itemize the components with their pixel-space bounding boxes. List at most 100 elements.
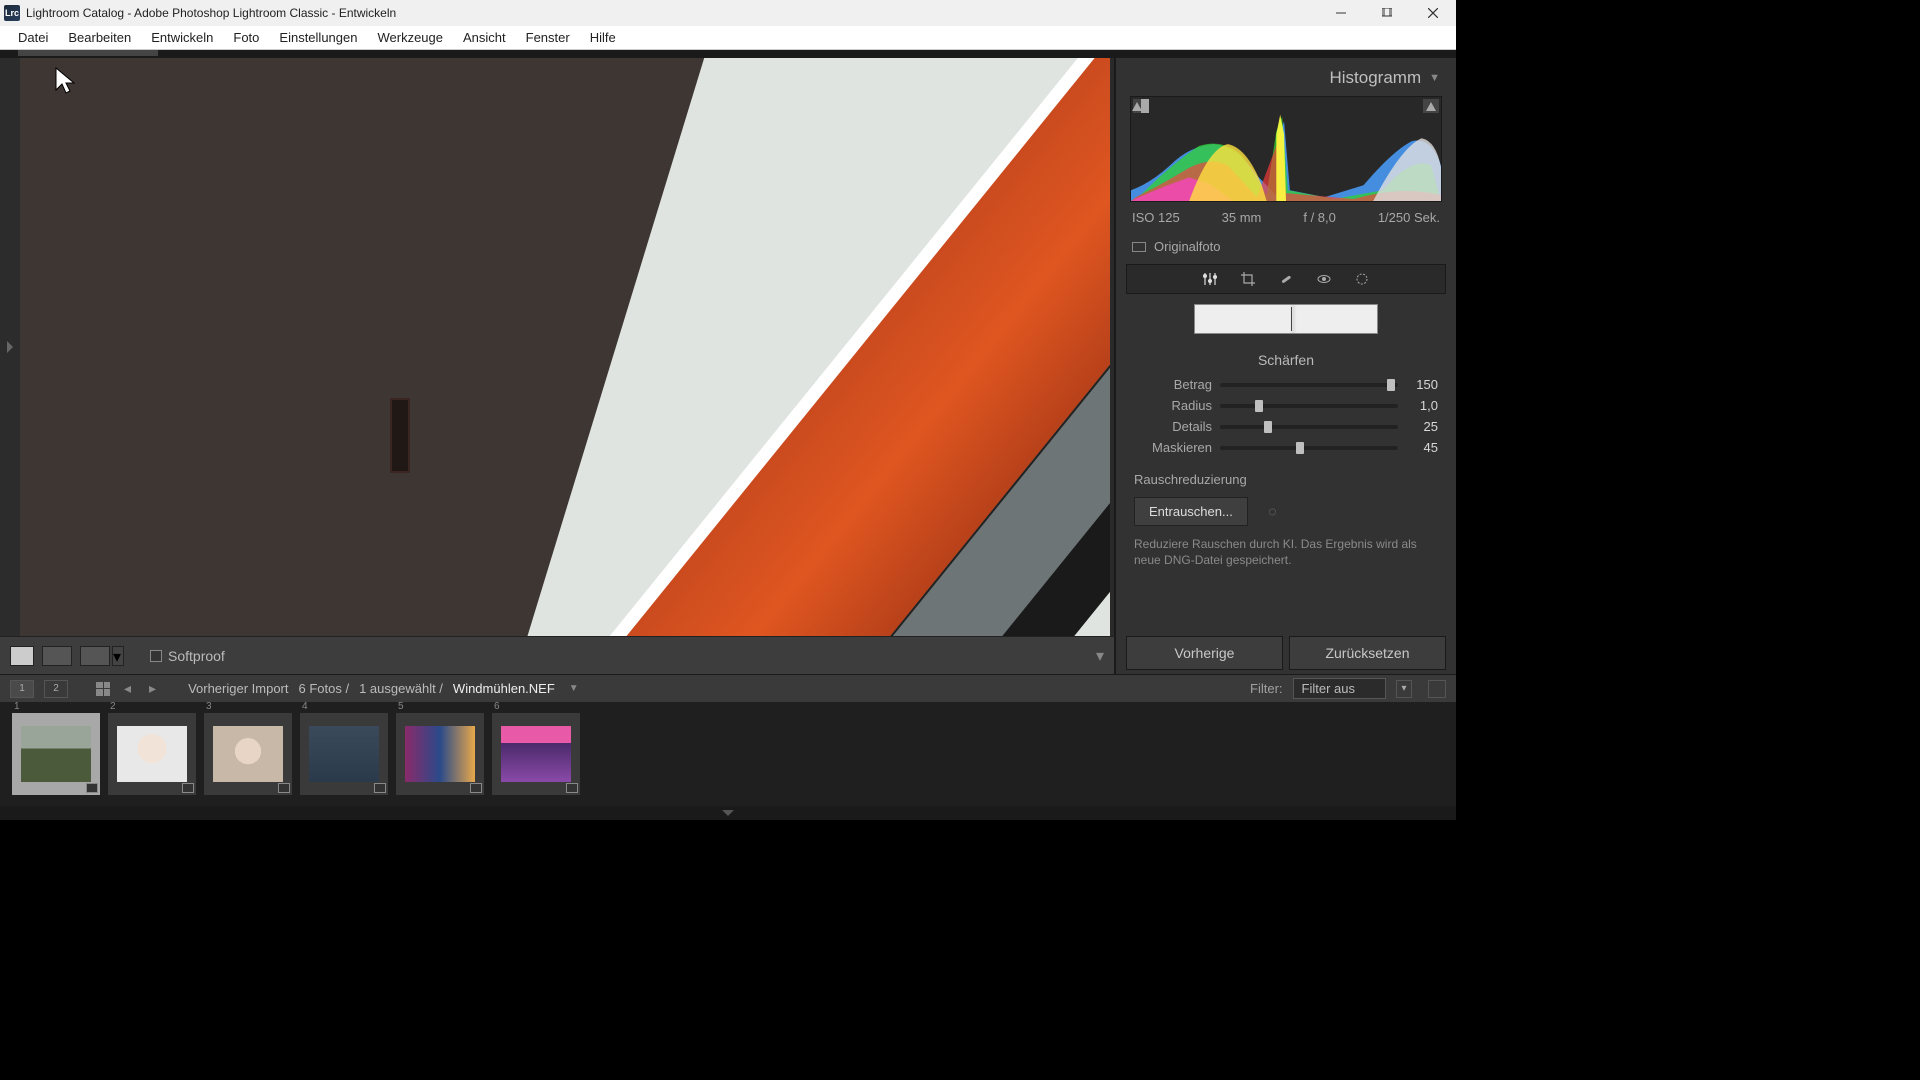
original-photo-label: Originalfoto	[1154, 239, 1220, 254]
minimize-button[interactable]	[1318, 0, 1364, 26]
softproof-checkbox[interactable]	[150, 650, 162, 662]
maximize-button[interactable]	[1364, 0, 1410, 26]
thumb-index: 4	[302, 701, 308, 712]
filter-dropdown-icon[interactable]: ▾	[1396, 680, 1412, 698]
menu-werkzeuge[interactable]: Werkzeuge	[367, 28, 453, 47]
nav-back-icon[interactable]: ◂	[120, 680, 135, 697]
slider-row-radius: Radius 1,0	[1116, 395, 1456, 416]
filter-lock-icon[interactable]	[1428, 680, 1446, 698]
top-panel-edge[interactable]	[0, 50, 1456, 58]
thumb-image	[21, 726, 91, 782]
secondary-display-button[interactable]: 2	[44, 680, 68, 698]
slider-value[interactable]: 45	[1406, 440, 1438, 455]
exif-focal: 35 mm	[1222, 210, 1262, 225]
menu-hilfe[interactable]: Hilfe	[580, 28, 626, 47]
thumbnail-4[interactable]: 4	[300, 713, 388, 795]
main-display-button[interactable]: 1	[10, 680, 34, 698]
filmstrip-header: 1 2 ◂ ▸ Vorheriger Import 6 Fotos / 1 au…	[0, 674, 1456, 702]
redeye-icon[interactable]	[1316, 271, 1332, 287]
photo-canvas[interactable]	[0, 58, 1110, 636]
reset-button[interactable]: Zurücksetzen	[1289, 636, 1446, 670]
slider-track[interactable]	[1220, 404, 1398, 408]
crop-icon[interactable]	[1240, 271, 1256, 287]
before-after-menu[interactable]: ▾	[112, 646, 124, 666]
menu-einstellungen[interactable]: Einstellungen	[269, 28, 367, 47]
thumbnail-1[interactable]: 1	[12, 713, 100, 795]
thumb-badge-icon	[86, 783, 98, 793]
slider-track[interactable]	[1220, 446, 1398, 450]
edit-tool-strip	[1126, 264, 1446, 294]
exif-aperture: f / 8,0	[1303, 210, 1336, 225]
nav-forward-icon[interactable]: ▸	[145, 680, 160, 697]
histogram[interactable]	[1130, 96, 1442, 202]
before-after-lr-button[interactable]	[42, 646, 72, 666]
thumb-image	[309, 726, 379, 782]
canvas-toolbar: ▾ Softproof ▾	[0, 636, 1114, 674]
menu-fenster[interactable]: Fenster	[516, 28, 580, 47]
filename-dropdown-icon[interactable]: ▼	[565, 683, 583, 694]
breadcrumb-count: 6 Fotos /	[299, 681, 350, 696]
thumbnail-3[interactable]: 3	[204, 713, 292, 795]
filter-select[interactable]: Filter aus	[1293, 678, 1386, 699]
slider-label: Radius	[1134, 398, 1212, 413]
toolbar-dropdown[interactable]: ▾	[1096, 646, 1104, 666]
menu-foto[interactable]: Foto	[223, 28, 269, 47]
app-window: Lrc Lightroom Catalog - Adobe Photoshop …	[0, 0, 1456, 820]
filter-label: Filter:	[1250, 681, 1283, 696]
slider-row-details: Details 25	[1116, 416, 1456, 437]
thumb-badge-icon	[470, 783, 482, 793]
menu-datei[interactable]: Datei	[8, 28, 58, 47]
slider-track[interactable]	[1220, 425, 1398, 429]
slider-thumb[interactable]	[1264, 421, 1272, 433]
mask-icon[interactable]	[1354, 271, 1370, 287]
shadow-clip-indicator[interactable]	[1133, 99, 1149, 113]
before-after-tb-button[interactable]	[80, 646, 110, 666]
slider-label: Details	[1134, 419, 1212, 434]
left-panel-toggle[interactable]	[0, 58, 20, 636]
thumb-image	[213, 726, 283, 782]
menu-ansicht[interactable]: Ansicht	[453, 28, 516, 47]
thumb-index: 5	[398, 701, 404, 712]
thumbnail-2[interactable]: 2	[108, 713, 196, 795]
exif-shutter: 1/250 Sek.	[1378, 210, 1440, 225]
exif-iso: ISO 125	[1132, 210, 1180, 225]
slider-row-betrag: Betrag 150	[1116, 374, 1456, 395]
detail-preview[interactable]	[1194, 304, 1378, 334]
slider-thumb[interactable]	[1255, 400, 1263, 412]
thumbnail-6[interactable]: 6	[492, 713, 580, 795]
slider-value[interactable]: 1,0	[1406, 398, 1438, 413]
menu-entwickeln[interactable]: Entwickeln	[141, 28, 223, 47]
loupe-view-button[interactable]	[10, 646, 34, 666]
highlight-clip-indicator[interactable]	[1423, 99, 1439, 113]
slider-value[interactable]: 150	[1406, 377, 1438, 392]
slider-thumb[interactable]	[1387, 379, 1395, 391]
thumb-index: 3	[206, 701, 212, 712]
filmstrip[interactable]: 123456	[0, 702, 1456, 806]
breadcrumb-source[interactable]: Vorheriger Import	[188, 681, 288, 696]
menu-bearbeiten[interactable]: Bearbeiten	[58, 28, 141, 47]
original-photo-toggle[interactable]: Originalfoto	[1116, 233, 1456, 264]
thumb-badge-icon	[566, 783, 578, 793]
thumb-image	[501, 726, 571, 782]
slider-thumb[interactable]	[1296, 442, 1304, 454]
heal-icon[interactable]	[1278, 271, 1294, 287]
slider-label: Maskieren	[1134, 440, 1212, 455]
slider-label: Betrag	[1134, 377, 1212, 392]
filmstrip-collapse[interactable]	[0, 806, 1456, 820]
histogram-title: Histogramm	[1329, 68, 1421, 88]
thumb-badge-icon	[374, 783, 386, 793]
previous-button[interactable]: Vorherige	[1126, 636, 1283, 670]
close-button[interactable]	[1410, 0, 1456, 26]
denoise-button[interactable]: Entrauschen...	[1134, 497, 1248, 526]
histogram-collapse-icon[interactable]: ▼	[1429, 72, 1440, 84]
photo-content	[20, 58, 1110, 636]
slider-value[interactable]: 25	[1406, 419, 1438, 434]
thumbnail-5[interactable]: 5	[396, 713, 484, 795]
breadcrumb-filename[interactable]: Windmühlen.NEF	[453, 681, 555, 696]
thumb-badge-icon	[278, 783, 290, 793]
slider-track[interactable]	[1220, 383, 1398, 387]
edit-sliders-icon[interactable]	[1202, 271, 1218, 287]
window-title: Lightroom Catalog - Adobe Photoshop Ligh…	[26, 6, 396, 20]
breadcrumb-selected: 1 ausgewählt /	[359, 681, 443, 696]
grid-view-icon[interactable]	[96, 682, 110, 696]
